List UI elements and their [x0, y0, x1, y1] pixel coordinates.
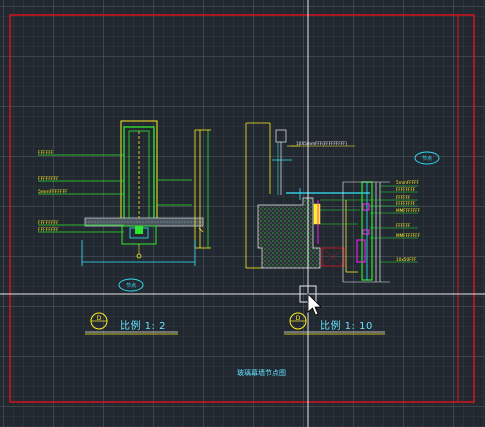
left-note-4: FFFFFFFF [38, 220, 59, 226]
right-top-note: 10X5mmFFF(FFFFFFFFF) [296, 141, 348, 146]
right-note-1: 5mmFFFFF [396, 180, 419, 185]
right-detail-marker: D [289, 312, 307, 330]
svg-text:D: D [97, 315, 102, 322]
arrow-cursor-icon [307, 293, 322, 316]
cad-model-space[interactable]: FFFFFF FFFFFFFF 5mmFFFFFFF FFFFFFFF FFFF… [0, 0, 485, 427]
drawing-frame-titleblock [457, 14, 475, 403]
svg-text:D: D [296, 315, 301, 322]
right-note-2: FFFFFFFF [396, 187, 416, 192]
right-note-5: MMFFFFFFF [396, 208, 421, 213]
left-note-2: FFFFFFFF [38, 176, 59, 182]
right-scale-label: 比例 1: 10 [320, 321, 373, 332]
left-note-5: FFFFFFFF [38, 227, 59, 233]
left-note-1: FFFFFF [38, 150, 54, 156]
right-note-7: MMFFFFFFF [396, 233, 421, 238]
right-index-tag: 节点 [414, 151, 440, 165]
left-detail-notes: FFFFFF FFFFFFFF 5mmFFFFFFF FFFFFFFF FFFF… [38, 150, 68, 233]
sheet-title: 玻璃幕墙节点图 [237, 369, 286, 377]
crosshair-icon [0, 0, 485, 427]
right-note-6: FFFFFF [396, 223, 411, 228]
left-detail-marker: D [90, 312, 108, 330]
right-detail-notes: 10X5mmFFF(FFFFFFFFF) 5mmFFFFF FFFFFFFF F… [296, 141, 421, 262]
left-index-tag: 节点 [118, 278, 144, 292]
right-note-4: FFFFFFFF [396, 201, 416, 206]
right-note-8: 10x50FFF [396, 257, 417, 262]
svg-text:节点: 节点 [126, 283, 136, 289]
right-note-3: FFFFFF [396, 195, 411, 200]
cad-drawing-svg: FFFFFF FFFFFFFF 5mmFFFFFFF FFFFFFFF FFFF… [0, 0, 485, 427]
right-detail-drawing [245, 122, 418, 283]
left-note-3: 5mmFFFFFFF [38, 189, 68, 195]
left-scale-label: 比例 1: 2 [120, 321, 166, 332]
svg-text:节点: 节点 [422, 156, 432, 162]
